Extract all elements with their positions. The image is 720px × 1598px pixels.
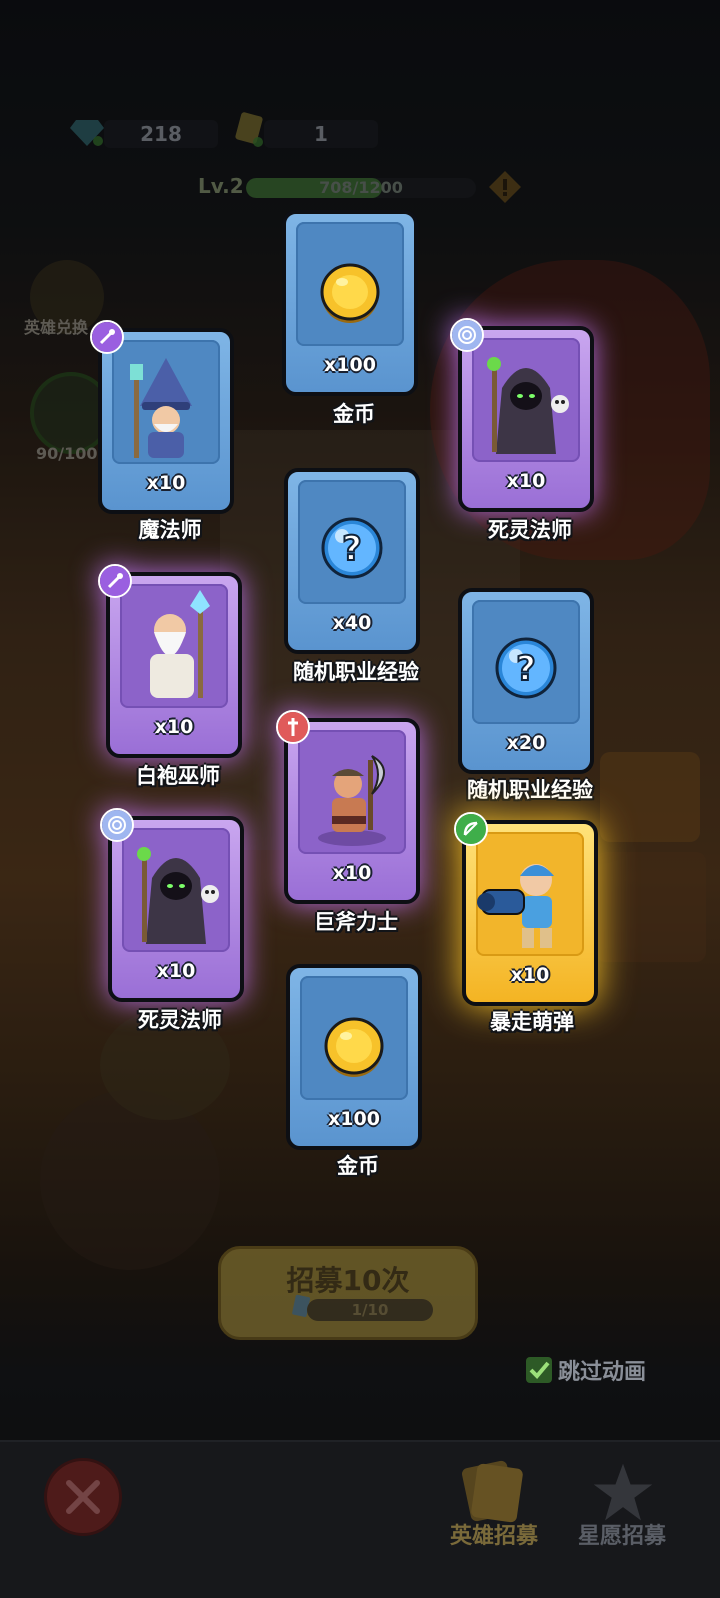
close-button[interactable] [44, 1458, 122, 1536]
card-frame: x10 [98, 328, 234, 514]
card-quantity: x10 [154, 716, 194, 738]
wizard-hero-icon [112, 340, 220, 464]
star-wish-progress: 90/100 [36, 444, 98, 463]
necromancer-hero-icon [122, 828, 230, 952]
card-frame: x100 [286, 964, 422, 1150]
skip-animation-toggle[interactable]: 跳过动画 [526, 1354, 646, 1386]
card-frame: x10 [106, 572, 242, 758]
gold-coin-icon [296, 222, 404, 346]
card-frame: x10 [462, 820, 598, 1006]
reward-card[interactable]: x10 [276, 710, 420, 904]
reward-name: 金币 [337, 1154, 379, 1178]
card-frame: ? x20 [458, 588, 594, 774]
reward-card[interactable]: x10 [90, 320, 234, 514]
card-quantity: x10 [506, 470, 546, 492]
necromancer-hero-icon [472, 338, 580, 462]
gem-counter: 218 [104, 120, 218, 148]
cannon-hero-icon [476, 832, 584, 956]
card-quantity: x10 [146, 472, 186, 494]
reward-name: 金币 [333, 402, 375, 426]
axe-warrior-hero-icon [298, 730, 406, 854]
card-frame: x10 [284, 718, 420, 904]
reward-name: 死灵法师 [488, 518, 572, 542]
recruit-ticket-icon [235, 112, 263, 147]
ticket-counter: 1 [264, 120, 378, 148]
reward-name: 暴走萌弹 [490, 1010, 574, 1034]
reward-card[interactable]: ? x40 [284, 468, 420, 654]
recruit-progress: 1/10 [307, 1299, 433, 1321]
card-quantity: x20 [506, 732, 546, 754]
question-orb-icon: ? [472, 600, 580, 724]
class-badge-icon [454, 812, 488, 846]
recruit-results-screen: 218 1 Lv.2 708/1200 英雄兑换 90/100 x100 金币 … [0, 0, 720, 1598]
reward-name: 死灵法师 [138, 1008, 222, 1032]
svg-text:?: ? [516, 649, 536, 689]
skip-animation-checkbox[interactable] [526, 1357, 552, 1383]
card-frame: x10 [108, 816, 244, 1002]
class-badge-icon [98, 564, 132, 598]
gem-icon [70, 120, 104, 146]
card-quantity: x10 [332, 862, 372, 884]
player-level: Lv.2 [198, 174, 244, 198]
card-quantity: x40 [332, 612, 372, 634]
card-frame: x100 [282, 210, 418, 396]
card-frame: ? x40 [284, 468, 420, 654]
reward-card[interactable]: x10 [454, 812, 598, 1006]
star-wish-tab-icon [593, 1463, 653, 1521]
card-quantity: x100 [324, 354, 376, 376]
reward-card[interactable]: ? x20 [458, 588, 594, 774]
white-wizard-hero-icon [120, 584, 228, 708]
crossed-swords-icon [66, 1480, 100, 1514]
background-hero-character [40, 1090, 220, 1270]
recruit-10-button[interactable]: 招募10次 1/10 [218, 1246, 478, 1340]
card-frame: x10 [458, 326, 594, 512]
reward-card[interactable]: x100 [282, 210, 418, 396]
svg-text:?: ? [342, 529, 362, 569]
class-badge-icon [90, 320, 124, 354]
card-quantity: x100 [328, 1108, 380, 1130]
tab-hero-recruit[interactable]: 英雄招募 [450, 1518, 538, 1550]
reward-card[interactable]: x10 [450, 318, 594, 512]
xp-progress-bar: 708/1200 [246, 178, 476, 198]
reward-name: 随机职业经验 [293, 660, 419, 684]
class-badge-icon [100, 808, 134, 842]
checkmark-icon [529, 1361, 550, 1379]
reward-name: 白袍巫师 [136, 764, 220, 788]
hero-recruit-tab-icon [462, 1460, 523, 1523]
tab-star-wish-recruit[interactable]: 星愿招募 [578, 1518, 666, 1550]
reward-card[interactable]: x10 [100, 808, 244, 1002]
background-transform-card-panel [596, 852, 706, 962]
xp-progress-text: 708/1200 [319, 178, 403, 197]
class-badge-icon [276, 710, 310, 744]
warning-icon[interactable] [488, 170, 522, 204]
reward-name: 魔法师 [138, 518, 202, 542]
reward-name: 随机职业经验 [467, 778, 593, 802]
skip-animation-label: 跳过动画 [558, 1360, 647, 1385]
reward-name: 巨斧力士 [314, 910, 398, 934]
hero-exchange-label: 英雄兑换 [24, 318, 89, 337]
question-orb-icon: ? [298, 480, 406, 604]
card-quantity: x10 [156, 960, 196, 982]
gold-coin-icon [300, 976, 408, 1100]
recruit-10-label: 招募10次 [286, 1264, 410, 1297]
reward-card[interactable]: x10 [98, 564, 242, 758]
card-quantity: x10 [510, 964, 550, 986]
class-badge-icon [450, 318, 484, 352]
reward-card[interactable]: x100 [286, 964, 422, 1150]
